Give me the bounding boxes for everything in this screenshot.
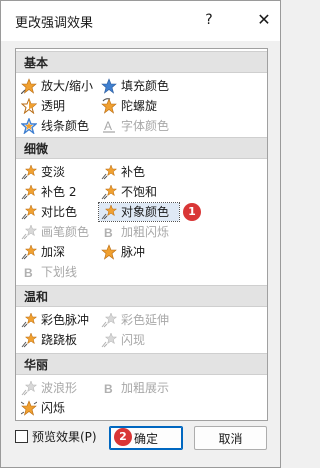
change-emphasis-effect-dialog: 更改强调效果 ? ✕ 基本 放大/缩小 填充颜色 透明 陀螺旋 线条颜色 A 字… (0, 0, 281, 468)
sparkle-star-icon (21, 331, 37, 348)
svg-text:B: B (24, 266, 33, 280)
bold-b-icon: B (101, 224, 117, 240)
bold-b-icon: B (101, 380, 117, 396)
svg-text:B: B (104, 382, 113, 396)
effect-item-bold-flash: B 加粗闪烁 (101, 223, 169, 241)
effect-item-line-color[interactable]: 线条颜色 (21, 117, 89, 135)
group-header-exciting: 华丽 (16, 353, 267, 375)
effect-item-fade[interactable]: 变淡 (21, 163, 65, 181)
effects-list[interactable]: 基本 放大/缩小 填充颜色 透明 陀螺旋 线条颜色 A 字体颜色 细微 变淡 补… (15, 48, 268, 421)
sparkle-star-icon (21, 203, 37, 220)
effect-item-complementary-color[interactable]: 补色 (101, 163, 145, 181)
step-badge-1: 1 (183, 203, 201, 221)
font-color-icon: A (101, 118, 117, 134)
effect-item-wave: 波浪形 (21, 379, 77, 397)
step-badge-2: 2 (114, 428, 132, 446)
help-button[interactable]: ? (199, 10, 219, 30)
effect-item-flicker: 闪现 (101, 331, 145, 349)
sparkle-star-icon (21, 183, 37, 200)
effect-item-fill-color[interactable]: 填充颜色 (101, 77, 169, 95)
effect-item-color-wave: 彩色延伸 (101, 311, 169, 329)
preview-effect-checkbox[interactable]: 预览效果(P) (15, 429, 97, 445)
title-bar: 更改强调效果 ? ✕ (1, 1, 280, 41)
effect-item-darken[interactable]: 加深 (21, 243, 65, 261)
fill-color-icon (101, 77, 117, 94)
group-header-moderate: 温和 (16, 285, 267, 307)
spin-icon (101, 97, 117, 114)
effect-item-spin[interactable]: 陀螺旋 (101, 97, 157, 115)
bold-b-icon: B (21, 264, 37, 280)
effect-item-contrasting-color[interactable]: 对比色 (21, 203, 77, 221)
effect-item-blink[interactable]: 闪烁 (21, 399, 65, 417)
blink-star-icon (21, 399, 37, 416)
effect-item-desaturate[interactable]: 不饱和 (101, 183, 157, 201)
effect-item-color-pulse[interactable]: 彩色脉冲 (21, 311, 89, 329)
pulse-star-icon (101, 243, 117, 260)
sparkle-star-icon (101, 311, 117, 328)
effect-item-complementary-color-2[interactable]: 补色 2 (21, 183, 76, 201)
effect-item-grow-shrink[interactable]: 放大/缩小 (21, 77, 93, 95)
sparkle-star-icon (101, 163, 117, 180)
effect-item-transparency[interactable]: 透明 (21, 97, 65, 115)
sparkle-star-icon (21, 223, 37, 240)
effect-item-bold-reveal: B 加粗展示 (101, 379, 169, 397)
group-header-subtle: 细微 (16, 137, 267, 159)
effect-item-brush-color: 画笔颜色 (21, 223, 89, 241)
grow-shrink-icon (21, 77, 37, 94)
sparkle-star-icon (101, 183, 117, 200)
preview-effect-label: 预览效果(P) (32, 430, 97, 444)
close-button[interactable]: ✕ (254, 10, 274, 30)
dialog-title: 更改强调效果 (15, 16, 94, 31)
group-header-basic: 基本 (16, 51, 267, 73)
cancel-button[interactable]: 取消 (194, 426, 267, 450)
effect-item-pulse[interactable]: 脉冲 (101, 243, 145, 261)
svg-text:A: A (104, 119, 112, 133)
checkbox-box[interactable] (15, 430, 28, 443)
sparkle-star-icon (101, 331, 117, 348)
line-color-icon (21, 117, 37, 134)
transparency-icon (21, 97, 37, 114)
sparkle-star-icon (21, 243, 37, 260)
sparkle-star-icon (21, 163, 37, 180)
sparkle-star-icon (21, 379, 37, 396)
effect-item-underline: B 下划线 (21, 263, 77, 281)
effect-item-object-color[interactable]: 对象颜色 (98, 202, 180, 222)
sparkle-star-icon (101, 203, 117, 220)
svg-text:B: B (104, 226, 113, 240)
effect-item-teeter[interactable]: 跷跷板 (21, 331, 77, 349)
effect-item-font-color: A 字体颜色 (101, 117, 169, 135)
sparkle-star-icon (21, 311, 37, 328)
